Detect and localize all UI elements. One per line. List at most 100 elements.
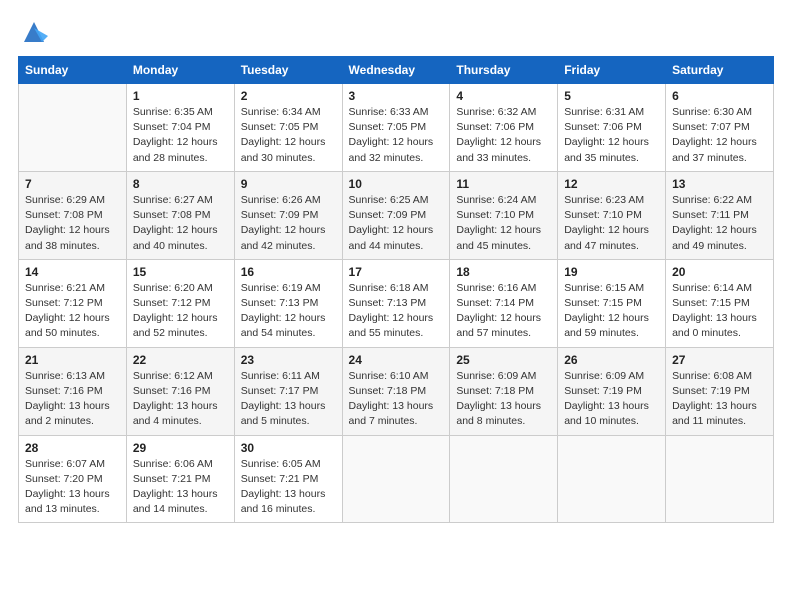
day-info: Sunrise: 6:12 AMSunset: 7:16 PMDaylight:…	[133, 369, 228, 430]
day-number: 19	[564, 265, 659, 279]
day-number: 16	[241, 265, 336, 279]
calendar-cell: 3Sunrise: 6:33 AMSunset: 7:05 PMDaylight…	[342, 84, 450, 172]
col-header-monday: Monday	[126, 57, 234, 84]
calendar-cell: 7 Sunrise: 6:29 AMSunset: 7:08 PMDaylight…	[19, 171, 127, 259]
day-number: 5	[564, 89, 659, 103]
calendar-cell: 26Sunrise: 6:09 AMSunset: 7:19 PMDayligh…	[558, 347, 666, 435]
calendar-cell: 28Sunrise: 6:07 AMSunset: 7:20 PMDayligh…	[19, 435, 127, 523]
day-info: Sunrise: 6:31 AMSunset: 7:06 PMDaylight:…	[564, 105, 659, 166]
day-info: Sunrise: 6:14 AMSunset: 7:15 PMDaylight:…	[672, 281, 767, 342]
day-number: 25	[456, 353, 551, 367]
calendar-cell: 29 Sunrise: 6:06 AMSunset: 7:21 PMDayligh…	[126, 435, 234, 523]
day-info: Sunrise: 6:05 AMSunset: 7:21 PMDaylight:…	[241, 457, 336, 518]
calendar-cell	[450, 435, 558, 523]
day-info: Sunrise: 6:26 AMSunset: 7:09 PMDaylight:…	[241, 193, 336, 254]
day-info: Sunrise: 6:16 AMSunset: 7:14 PMDaylight:…	[456, 281, 551, 342]
day-number: 11	[456, 177, 551, 191]
calendar-body: 1 Sunrise: 6:35 AMSunset: 7:04 PMDaylight…	[19, 84, 774, 523]
day-number: 3	[349, 89, 444, 103]
calendar-cell	[666, 435, 774, 523]
page: SundayMondayTuesdayWednesdayThursdayFrid…	[0, 0, 792, 612]
col-header-thursday: Thursday	[450, 57, 558, 84]
day-number: 4	[456, 89, 551, 103]
calendar-cell: 2Sunrise: 6:34 AMSunset: 7:05 PMDaylight…	[234, 84, 342, 172]
day-info: Sunrise: 6:10 AMSunset: 7:18 PMDaylight:…	[349, 369, 444, 430]
day-number: 1	[133, 89, 228, 103]
calendar-cell: 6 Sunrise: 6:30 AMSunset: 7:07 PMDaylight…	[666, 84, 774, 172]
calendar-cell: 19 Sunrise: 6:15 AMSunset: 7:15 PMDayligh…	[558, 259, 666, 347]
calendar-cell	[19, 84, 127, 172]
col-header-wednesday: Wednesday	[342, 57, 450, 84]
day-info: Sunrise: 6:18 AMSunset: 7:13 PMDaylight:…	[349, 281, 444, 342]
day-info: Sunrise: 6:29 AMSunset: 7:08 PMDaylight:…	[25, 193, 120, 254]
day-info: Sunrise: 6:13 AMSunset: 7:16 PMDaylight:…	[25, 369, 120, 430]
week-row-3: 14Sunrise: 6:21 AMSunset: 7:12 PMDayligh…	[19, 259, 774, 347]
header-row: SundayMondayTuesdayWednesdayThursdayFrid…	[19, 57, 774, 84]
header	[18, 18, 774, 46]
day-info: Sunrise: 6:08 AMSunset: 7:19 PMDaylight:…	[672, 369, 767, 430]
day-number: 24	[349, 353, 444, 367]
day-number: 10	[349, 177, 444, 191]
calendar-cell: 14Sunrise: 6:21 AMSunset: 7:12 PMDayligh…	[19, 259, 127, 347]
day-number: 26	[564, 353, 659, 367]
day-info: Sunrise: 6:24 AMSunset: 7:10 PMDaylight:…	[456, 193, 551, 254]
calendar-cell: 23 Sunrise: 6:11 AMSunset: 7:17 PMDayligh…	[234, 347, 342, 435]
day-info: Sunrise: 6:15 AMSunset: 7:15 PMDaylight:…	[564, 281, 659, 342]
day-info: Sunrise: 6:11 AMSunset: 7:17 PMDaylight:…	[241, 369, 336, 430]
day-number: 22	[133, 353, 228, 367]
week-row-1: 1 Sunrise: 6:35 AMSunset: 7:04 PMDaylight…	[19, 84, 774, 172]
day-number: 15	[133, 265, 228, 279]
calendar-header: SundayMondayTuesdayWednesdayThursdayFrid…	[19, 57, 774, 84]
day-info: Sunrise: 6:22 AMSunset: 7:11 PMDaylight:…	[672, 193, 767, 254]
logo	[18, 18, 48, 46]
day-info: Sunrise: 6:20 AMSunset: 7:12 PMDaylight:…	[133, 281, 228, 342]
day-number: 6	[672, 89, 767, 103]
day-number: 8	[133, 177, 228, 191]
day-number: 29	[133, 441, 228, 455]
day-number: 20	[672, 265, 767, 279]
col-header-tuesday: Tuesday	[234, 57, 342, 84]
calendar-cell: 20 Sunrise: 6:14 AMSunset: 7:15 PMDayligh…	[666, 259, 774, 347]
calendar-cell: 4Sunrise: 6:32 AMSunset: 7:06 PMDaylight…	[450, 84, 558, 172]
day-number: 12	[564, 177, 659, 191]
calendar-cell: 13 Sunrise: 6:22 AMSunset: 7:11 PMDayligh…	[666, 171, 774, 259]
week-row-2: 7 Sunrise: 6:29 AMSunset: 7:08 PMDaylight…	[19, 171, 774, 259]
calendar-cell: 9Sunrise: 6:26 AMSunset: 7:09 PMDaylight…	[234, 171, 342, 259]
calendar-cell: 25Sunrise: 6:09 AMSunset: 7:18 PMDayligh…	[450, 347, 558, 435]
day-info: Sunrise: 6:30 AMSunset: 7:07 PMDaylight:…	[672, 105, 767, 166]
calendar-cell: 11 Sunrise: 6:24 AMSunset: 7:10 PMDayligh…	[450, 171, 558, 259]
day-number: 23	[241, 353, 336, 367]
day-info: Sunrise: 6:34 AMSunset: 7:05 PMDaylight:…	[241, 105, 336, 166]
calendar-cell	[342, 435, 450, 523]
calendar-cell: 16 Sunrise: 6:19 AMSunset: 7:13 PMDayligh…	[234, 259, 342, 347]
day-number: 21	[25, 353, 120, 367]
calendar-cell: 8 Sunrise: 6:27 AMSunset: 7:08 PMDaylight…	[126, 171, 234, 259]
day-number: 27	[672, 353, 767, 367]
calendar-cell: 30 Sunrise: 6:05 AMSunset: 7:21 PMDayligh…	[234, 435, 342, 523]
calendar-cell: 1 Sunrise: 6:35 AMSunset: 7:04 PMDaylight…	[126, 84, 234, 172]
day-number: 13	[672, 177, 767, 191]
day-info: Sunrise: 6:25 AMSunset: 7:09 PMDaylight:…	[349, 193, 444, 254]
day-number: 17	[349, 265, 444, 279]
day-info: Sunrise: 6:27 AMSunset: 7:08 PMDaylight:…	[133, 193, 228, 254]
day-info: Sunrise: 6:21 AMSunset: 7:12 PMDaylight:…	[25, 281, 120, 342]
calendar-cell: 17 Sunrise: 6:18 AMSunset: 7:13 PMDayligh…	[342, 259, 450, 347]
day-number: 30	[241, 441, 336, 455]
day-number: 7	[25, 177, 120, 191]
col-header-saturday: Saturday	[666, 57, 774, 84]
week-row-5: 28Sunrise: 6:07 AMSunset: 7:20 PMDayligh…	[19, 435, 774, 523]
week-row-4: 21 Sunrise: 6:13 AMSunset: 7:16 PMDayligh…	[19, 347, 774, 435]
col-header-sunday: Sunday	[19, 57, 127, 84]
day-info: Sunrise: 6:23 AMSunset: 7:10 PMDaylight:…	[564, 193, 659, 254]
day-info: Sunrise: 6:19 AMSunset: 7:13 PMDaylight:…	[241, 281, 336, 342]
col-header-friday: Friday	[558, 57, 666, 84]
calendar-table: SundayMondayTuesdayWednesdayThursdayFrid…	[18, 56, 774, 523]
calendar-cell: 24 Sunrise: 6:10 AMSunset: 7:18 PMDayligh…	[342, 347, 450, 435]
logo-icon	[20, 18, 48, 46]
day-info: Sunrise: 6:35 AMSunset: 7:04 PMDaylight:…	[133, 105, 228, 166]
calendar-cell	[558, 435, 666, 523]
day-info: Sunrise: 6:06 AMSunset: 7:21 PMDaylight:…	[133, 457, 228, 518]
calendar-cell: 12 Sunrise: 6:23 AMSunset: 7:10 PMDayligh…	[558, 171, 666, 259]
calendar-cell: 15 Sunrise: 6:20 AMSunset: 7:12 PMDayligh…	[126, 259, 234, 347]
calendar-cell: 10 Sunrise: 6:25 AMSunset: 7:09 PMDayligh…	[342, 171, 450, 259]
